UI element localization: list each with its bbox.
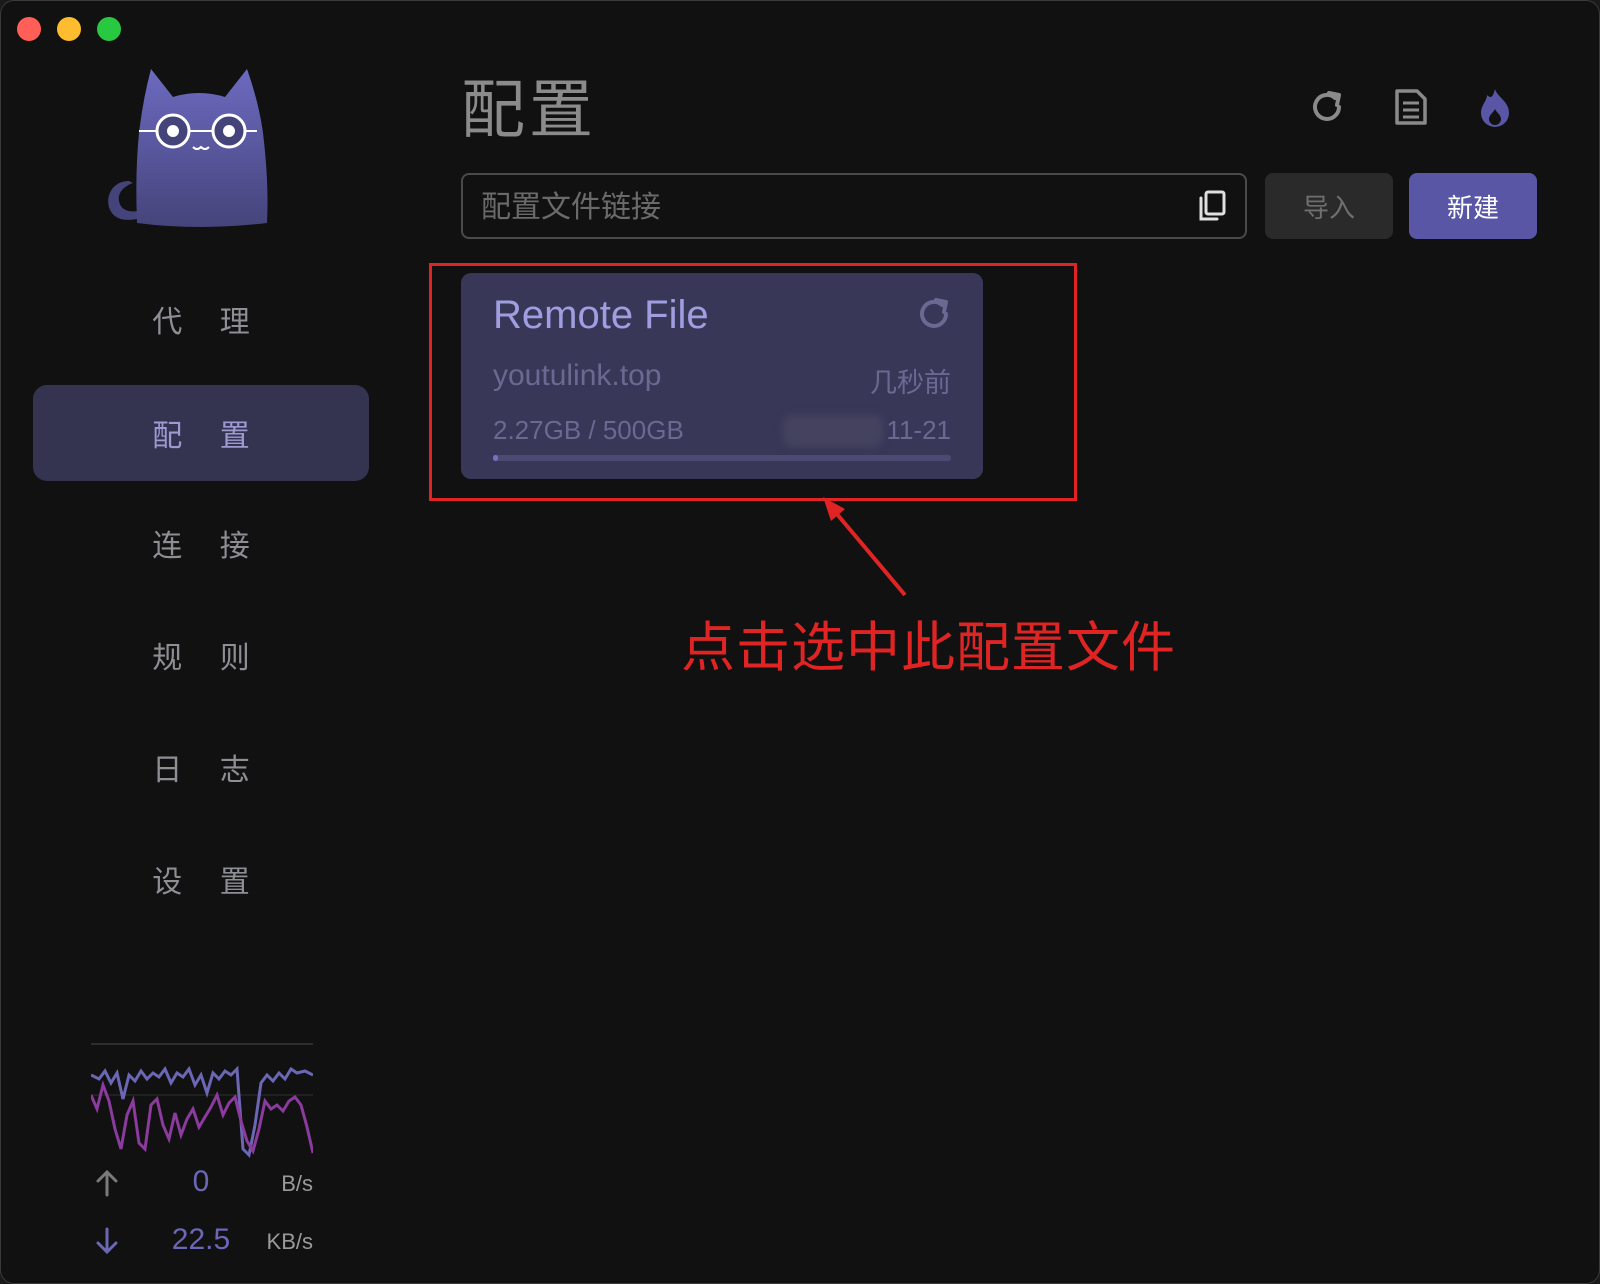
refresh-icon[interactable] (1307, 87, 1347, 127)
sidebar-item-label: 规 则 (152, 641, 264, 676)
sidebar-item-proxies[interactable]: 代 理 (33, 271, 369, 367)
upload-speed-value: 0 (192, 1165, 210, 1198)
sidebar-item-label: 代 理 (152, 305, 264, 340)
sidebar-item-label: 连 接 (152, 529, 264, 564)
profile-url-input[interactable] (479, 175, 1163, 239)
sidebar-item-logs[interactable]: 日 志 (33, 719, 369, 815)
cat-logo (108, 69, 268, 227)
window-minimize-button[interactable] (57, 17, 81, 41)
annotation-text: 点击选中此配置文件 (681, 616, 1176, 679)
annotation-arrow (823, 497, 907, 597)
sidebar-item-settings[interactable]: 设 置 (33, 831, 369, 927)
create-button[interactable]: 新建 (1409, 173, 1537, 239)
download-speed-value: 22.5 (171, 1223, 231, 1256)
download-speed-row: 22.5 KB/s (91, 1223, 313, 1263)
upload-sparkline-series (91, 1065, 313, 1159)
download-speed-unit: KB/s (266, 1229, 313, 1254)
sidebar-item-rules[interactable]: 规 则 (33, 607, 369, 703)
annotation-highlight-box (429, 263, 1077, 501)
window-zoom-button[interactable] (97, 17, 121, 41)
sidebar-item-label: 设 置 (152, 865, 264, 900)
paste-icon[interactable] (1195, 189, 1229, 223)
document-icon[interactable] (1391, 87, 1431, 127)
import-button[interactable]: 导入 (1265, 173, 1393, 239)
app-window: 代 理 配 置 连 接 规 则 日 志 设 置 0 B/s 22.5 KB/s … (0, 0, 1600, 1284)
arrow-down-icon (96, 1227, 118, 1255)
upload-speed-unit: B/s (281, 1171, 313, 1196)
sidebar-item-label: 配 置 (152, 419, 264, 454)
upload-speed-row: 0 B/s (91, 1165, 313, 1205)
sidebar-item-label: 日 志 (152, 753, 264, 788)
profile-url-field (461, 173, 1247, 239)
arrow-up-icon (96, 1169, 118, 1197)
sidebar-item-profiles[interactable]: 配 置 (33, 385, 369, 481)
window-close-button[interactable] (17, 17, 41, 41)
traffic-sparkline (91, 1065, 313, 1159)
sidebar-item-connections[interactable]: 连 接 (33, 495, 369, 591)
page-title: 配置 (461, 74, 597, 148)
flame-icon[interactable] (1475, 87, 1515, 127)
traffic-divider (91, 1043, 313, 1045)
